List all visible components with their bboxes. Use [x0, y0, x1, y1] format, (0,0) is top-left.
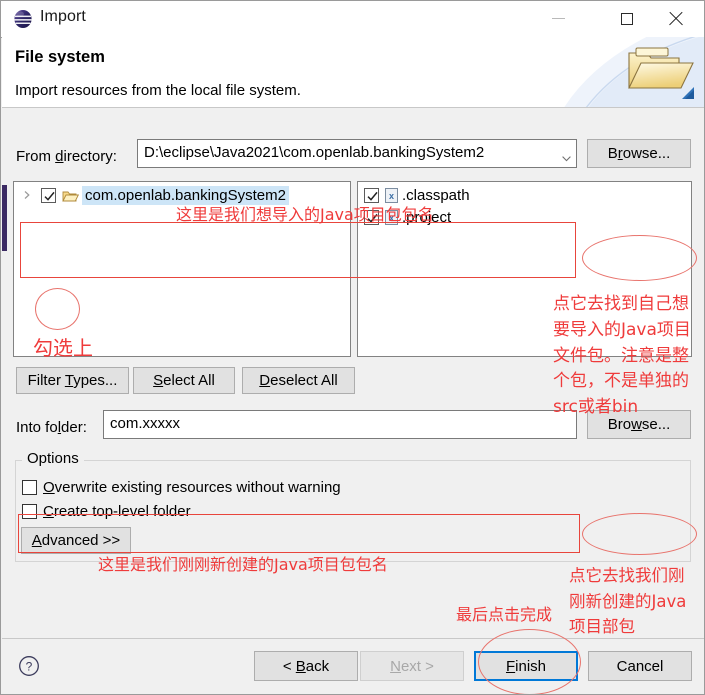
filter-types-label: Filter Types... — [27, 372, 118, 389]
cancel-button-label: Cancel — [616, 657, 664, 675]
annotation-browse-target: 点它去找我们刚刚新创建的Java项目部包 — [569, 566, 687, 637]
browse-button-from-directory[interactable]: Browse... — [587, 139, 691, 168]
chevron-right-icon[interactable] — [22, 189, 32, 201]
minimize-button[interactable] — [535, 1, 581, 36]
eclipse-icon — [13, 9, 33, 29]
from-directory-value: D:\eclipse\Java2021\com.openlab.bankingS… — [144, 144, 485, 161]
file-checkbox[interactable] — [364, 210, 379, 225]
deselect-all-button[interactable]: Deselect All — [242, 367, 355, 394]
svg-text:x: x — [389, 191, 394, 201]
window-title: Import — [40, 8, 86, 25]
into-folder-label: Into folder: — [16, 419, 87, 436]
deselect-all-label: Deselect All — [259, 372, 338, 389]
dialog-footer: ? < Back Next > Finish Cancel — [2, 639, 704, 694]
dialog-content: From directory: D:\eclipse\Java2021\com.… — [2, 108, 704, 636]
page-description: Import resources from the local file sys… — [15, 82, 301, 99]
file-label: .project — [402, 209, 452, 226]
maximize-button[interactable] — [604, 1, 650, 36]
tree-item-root[interactable]: com.openlab.bankingSystem2 — [14, 184, 350, 206]
file-list-panel[interactable]: x .classpath x .project — [357, 181, 692, 357]
help-icon[interactable]: ? — [18, 655, 40, 677]
tree-item-checkbox[interactable] — [41, 188, 56, 203]
into-folder-input[interactable]: com.xxxxx — [103, 410, 577, 439]
from-directory-label: From directory: — [16, 148, 117, 165]
window-edge-artifact — [2, 185, 7, 251]
finish-button-label: Finish — [505, 657, 547, 675]
next-button: Next > — [360, 651, 464, 681]
back-button[interactable]: < Back — [254, 651, 358, 681]
back-button-label: < Back — [282, 657, 330, 675]
options-legend: Options — [22, 450, 84, 467]
svg-text:?: ? — [26, 660, 33, 674]
xml-file-icon: x — [385, 210, 398, 225]
select-all-button[interactable]: Select All — [133, 367, 235, 394]
create-top-level-folder-checkbox[interactable] — [22, 504, 37, 519]
finish-button[interactable]: Finish — [474, 651, 578, 681]
cancel-button[interactable]: Cancel — [588, 651, 692, 681]
xml-file-icon: x — [385, 188, 398, 203]
svg-text:x: x — [389, 213, 394, 223]
select-all-label: Select All — [153, 372, 215, 389]
wizard-banner: File system Import resources from the lo… — [2, 37, 704, 107]
advanced-label: Advanced >> — [31, 532, 121, 549]
page-title: File system — [15, 48, 105, 66]
folder-icon — [622, 41, 698, 103]
chevron-down-icon[interactable] — [562, 150, 571, 162]
browse-button-into-folder[interactable]: Browse... — [587, 410, 691, 439]
maximize-icon — [621, 12, 633, 25]
browse-button-label-2: Browse... — [607, 416, 671, 433]
source-tree-panel[interactable]: com.openlab.bankingSystem2 — [13, 181, 351, 357]
overwrite-label: Overwrite existing resources without war… — [43, 479, 341, 496]
browse-button-label-1: Browse... — [607, 145, 671, 162]
into-folder-value: com.xxxxx — [110, 415, 181, 432]
title-bar: Import — [1, 1, 704, 38]
close-button[interactable] — [652, 1, 698, 36]
minimize-icon — [551, 18, 565, 19]
import-dialog-window: Import File system Import resources from… — [0, 0, 705, 695]
close-icon — [668, 11, 683, 26]
from-directory-combo[interactable]: D:\eclipse\Java2021\com.openlab.bankingS… — [137, 139, 577, 168]
filter-types-button[interactable]: Filter Types... — [16, 367, 129, 394]
tree-item-label: com.openlab.bankingSystem2 — [82, 186, 289, 205]
open-folder-icon — [62, 189, 80, 203]
file-checkbox[interactable] — [364, 188, 379, 203]
overwrite-checkbox[interactable] — [22, 480, 37, 495]
file-label: .classpath — [402, 187, 470, 204]
advanced-button[interactable]: Advanced >> — [21, 527, 131, 554]
create-top-level-folder-label: Create top-level folder — [43, 503, 191, 520]
next-button-label: Next > — [390, 657, 434, 675]
